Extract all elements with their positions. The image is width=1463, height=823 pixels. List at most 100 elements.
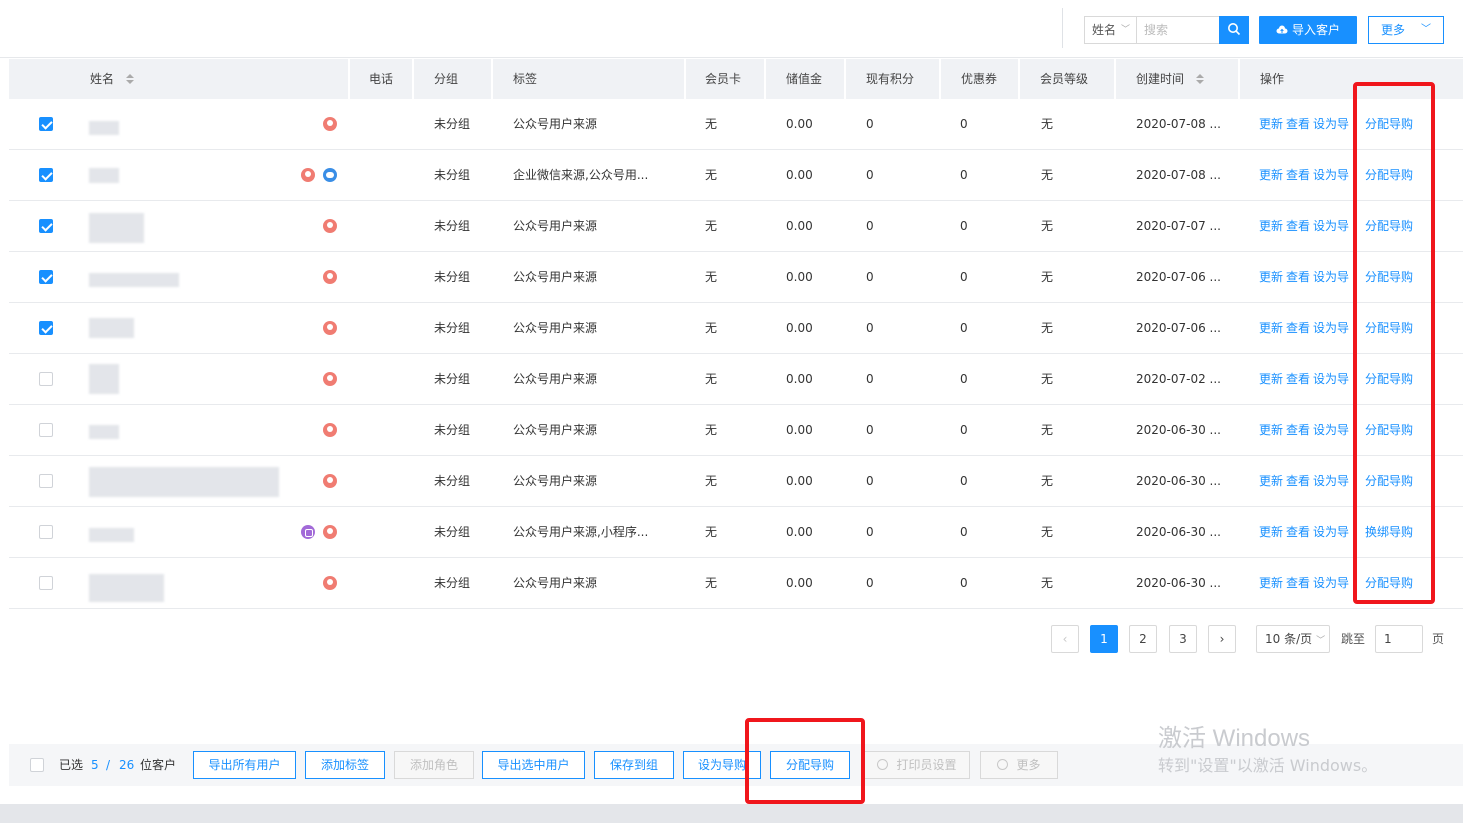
balance-cell: 0.00: [786, 576, 813, 590]
highlight-box-assign-button: [745, 718, 865, 804]
header-coupon: 优惠券: [961, 72, 998, 86]
customer-avatar-redacted: [89, 528, 134, 542]
select-all-checkbox[interactable]: [30, 758, 44, 772]
header-divider: [844, 59, 846, 99]
add-tag-button[interactable]: 添加标签: [305, 751, 385, 779]
row-checkbox[interactable]: [39, 423, 53, 437]
points-cell: 0: [866, 168, 874, 182]
created-cell: 2020-06-30 ...: [1136, 423, 1221, 437]
header-group: 分组: [434, 72, 459, 86]
card-cell: 无: [705, 372, 718, 386]
update-link[interactable]: 更新: [1259, 354, 1283, 404]
table-row: 未分组 公众号用户来源 无 0.00 0 0 无 2020-07-06 ... …: [9, 303, 1463, 354]
table-row: 未分组 公众号用户来源 无 0.00 0 0 无 2020-06-30 ... …: [9, 405, 1463, 456]
view-link[interactable]: 查看: [1286, 201, 1310, 251]
view-link[interactable]: 查看: [1286, 507, 1310, 557]
add-role-button[interactable]: 添加角色: [394, 751, 474, 779]
export-selected-button[interactable]: 导出选中用户: [482, 751, 585, 779]
coupon-cell: 0: [960, 525, 968, 539]
tags-cell: 公众号用户来源: [513, 474, 598, 488]
next-page-button[interactable]: ›: [1208, 625, 1236, 653]
points-cell: 0: [866, 474, 874, 488]
selected-label: 已选: [59, 758, 84, 772]
row-checkbox[interactable]: [39, 525, 53, 539]
header-tags: 标签: [513, 72, 538, 86]
row-checkbox[interactable]: [39, 270, 53, 284]
table-row: 未分组 公众号用户来源 无 0.00 0 0 无 2020-06-30 ... …: [9, 456, 1463, 507]
group-cell: 未分组: [434, 270, 471, 284]
header-divider: [1018, 59, 1020, 99]
view-link[interactable]: 查看: [1286, 150, 1310, 200]
user-icon: [323, 525, 337, 539]
user-icon: [323, 117, 337, 131]
coupon-cell: 0: [960, 474, 968, 488]
row-checkbox[interactable]: [39, 576, 53, 590]
view-link[interactable]: 查看: [1286, 456, 1310, 506]
row-checkbox[interactable]: [39, 117, 53, 131]
row-checkbox[interactable]: [39, 321, 53, 335]
header-name[interactable]: 姓名: [90, 59, 134, 99]
level-cell: 无: [1041, 474, 1054, 488]
customer-avatar-redacted: [89, 364, 119, 394]
created-cell: 2020-07-06 ...: [1136, 321, 1221, 335]
points-cell: 0: [866, 117, 874, 131]
view-link[interactable]: 查看: [1286, 405, 1310, 455]
points-cell: 0: [866, 525, 874, 539]
save-to-group-button[interactable]: 保存到组: [594, 751, 674, 779]
view-link[interactable]: 查看: [1286, 99, 1310, 149]
toolbar-divider: [1062, 8, 1063, 48]
update-link[interactable]: 更新: [1259, 252, 1283, 302]
row-checkbox[interactable]: [39, 474, 53, 488]
customer-avatar-redacted: [89, 574, 164, 602]
more-dropdown-button[interactable]: 更多 ﹀: [1368, 16, 1444, 44]
page-size-select[interactable]: 10 条/页 ﹀: [1256, 625, 1330, 653]
page-1-button[interactable]: 1: [1090, 625, 1118, 653]
level-cell: 无: [1041, 576, 1054, 590]
level-cell: 无: [1041, 321, 1054, 335]
table-row: 未分组 公众号用户来源 无 0.00 0 0 无 2020-07-07 ... …: [9, 201, 1463, 252]
page-unit-label: 页: [1432, 632, 1445, 646]
sort-icon[interactable]: [1195, 74, 1204, 84]
tags-cell: 公众号用户来源: [513, 372, 598, 386]
update-link[interactable]: 更新: [1259, 405, 1283, 455]
group-cell: 未分组: [434, 525, 471, 539]
goto-page-input[interactable]: 1: [1375, 625, 1423, 653]
export-all-button[interactable]: 导出所有用户: [193, 751, 296, 779]
search-input[interactable]: [1136, 16, 1220, 44]
update-link[interactable]: 更新: [1259, 558, 1283, 608]
update-link[interactable]: 更新: [1259, 201, 1283, 251]
header-created[interactable]: 创建时间: [1136, 59, 1204, 99]
header-ops: 操作: [1260, 72, 1285, 86]
row-checkbox[interactable]: [39, 372, 53, 386]
customer-avatar-redacted: [89, 467, 279, 497]
search-field-select[interactable]: 姓名 ﹀: [1084, 16, 1136, 44]
group-cell: 未分组: [434, 576, 471, 590]
update-link[interactable]: 更新: [1259, 507, 1283, 557]
view-link[interactable]: 查看: [1286, 252, 1310, 302]
update-link[interactable]: 更新: [1259, 150, 1283, 200]
update-link[interactable]: 更新: [1259, 456, 1283, 506]
view-link[interactable]: 查看: [1286, 354, 1310, 404]
print-settings-button[interactable]: 打印员设置: [864, 751, 970, 779]
points-cell: 0: [866, 270, 874, 284]
update-link[interactable]: 更新: [1259, 303, 1283, 353]
view-link[interactable]: 查看: [1286, 303, 1310, 353]
row-checkbox[interactable]: [39, 168, 53, 182]
sort-icon[interactable]: [125, 74, 134, 84]
more-actions-button[interactable]: 更多: [980, 751, 1058, 779]
card-cell: 无: [705, 321, 718, 335]
update-link[interactable]: 更新: [1259, 99, 1283, 149]
card-cell: 无: [705, 423, 718, 437]
page-2-button[interactable]: 2: [1129, 625, 1157, 653]
search-button[interactable]: [1219, 16, 1249, 44]
page-3-button[interactable]: 3: [1169, 625, 1197, 653]
prev-page-button[interactable]: ‹: [1051, 625, 1079, 653]
footer-strip: [0, 804, 1463, 823]
group-cell: 未分组: [434, 321, 471, 335]
import-customers-button[interactable]: 导入客户: [1259, 16, 1357, 44]
user-icon: [301, 168, 315, 182]
row-checkbox[interactable]: [39, 219, 53, 233]
view-link[interactable]: 查看: [1286, 558, 1310, 608]
created-cell: 2020-07-08 ...: [1136, 117, 1221, 131]
balance-cell: 0.00: [786, 423, 813, 437]
